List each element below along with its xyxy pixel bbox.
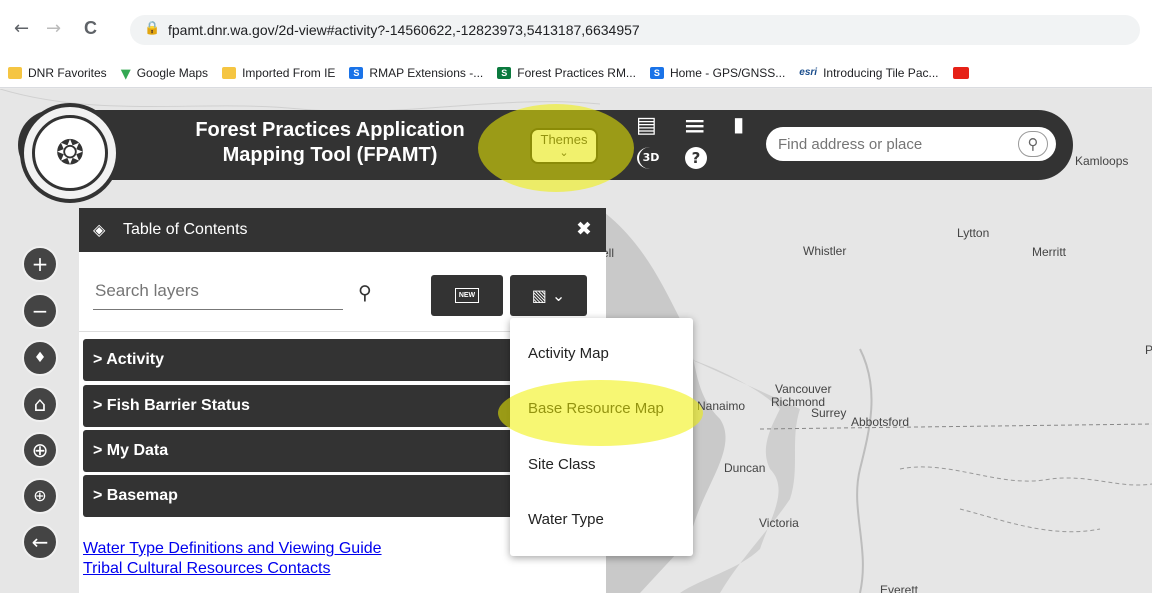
toc-header: ◈ Table of Contents ✖ <box>79 208 606 252</box>
link-water-type-guide[interactable]: Water Type Definitions and Viewing Guide <box>83 540 382 558</box>
new-badge-icon: NEW <box>455 288 479 303</box>
toc-section-basemap[interactable]: > Basemap <box>83 475 523 517</box>
sharepoint-icon: S <box>349 66 364 79</box>
url-text[interactable]: fpamt.dnr.wa.gov/2d-view#activity?-14560… <box>168 22 640 38</box>
app-title: Forest Practices Application Mapping Too… <box>195 119 465 166</box>
search-icon[interactable]: ⚲ <box>1018 131 1048 157</box>
bookmark-youtube[interactable] <box>952 66 975 79</box>
map-label-vancouver: Vancouver <box>775 382 832 396</box>
theme-map-dropdown-button[interactable]: ▧ ⌄ <box>510 275 587 316</box>
bookmarks-bar: DNR Favorites ▼ Google Maps Imported From… <box>0 58 1152 88</box>
help-icon[interactable]: ? <box>685 147 707 169</box>
themes-button[interactable]: Themes ⌄ <box>530 128 598 164</box>
toc-section-activity[interactable]: > Activity <box>83 339 523 381</box>
bookmark-imported-from-ie[interactable]: Imported From IE <box>222 66 335 80</box>
chevron-down-icon: ⌄ <box>559 146 569 159</box>
bookmark-introducing-tile-pac[interactable]: esri Introducing Tile Pac... <box>799 66 938 80</box>
sharepoint-icon: S <box>497 66 512 79</box>
menu-item-base-resource-map[interactable]: Base Resource Map <box>528 400 664 417</box>
link-tribal-cultural-contacts[interactable]: Tribal Cultural Resources Contacts <box>83 560 331 578</box>
esri-icon: esri <box>799 66 818 78</box>
folder-icon <box>8 66 22 79</box>
back-arrow-icon[interactable]: ← <box>22 524 58 560</box>
bookmark-rmap-extensions[interactable]: S RMAP Extensions -... <box>349 66 483 80</box>
home-icon[interactable]: ⌂ <box>22 386 58 422</box>
address-search: ⚲ <box>766 127 1056 161</box>
map-label-whistler: Whistler <box>803 244 847 258</box>
map-icon[interactable]: ▮ <box>733 112 744 136</box>
menu-item-activity-map[interactable]: Activity Map <box>528 345 609 362</box>
zoom-out-button[interactable]: − <box>22 293 58 329</box>
address-bar[interactable]: 🔒 fpamt.dnr.wa.gov/2d-view#activity?-145… <box>130 15 1140 45</box>
layer-search <box>93 274 343 310</box>
back-arrow-icon[interactable]: ← <box>14 18 29 39</box>
map-label-lytton: Lytton <box>957 226 990 240</box>
map-label-duncan: Duncan <box>724 461 766 475</box>
layer-search-input[interactable] <box>95 278 335 304</box>
menu-icon[interactable]: ≡ <box>683 109 706 142</box>
zoom-in-button[interactable]: + <box>22 246 58 282</box>
map-label-victoria: Victoria <box>759 516 799 530</box>
toc-section-my-data[interactable]: > My Data <box>83 430 523 472</box>
browser-toolbar: ← → C 🔒 fpamt.dnr.wa.gov/2d-view#activit… <box>0 0 1152 58</box>
bookmark-forest-practices-rm[interactable]: S Forest Practices RM... <box>497 66 636 80</box>
3d-view-icon[interactable]: 3D <box>637 147 663 169</box>
map-pin-icon: ▼ <box>120 66 131 82</box>
menu-item-site-class[interactable]: Site Class <box>528 456 596 473</box>
search-icon[interactable]: ⚲ <box>358 282 372 304</box>
map-label-merritt: Merritt <box>1032 245 1066 259</box>
map-label-abbotsford: Abbotsford <box>851 415 910 429</box>
folder-icon <box>222 66 237 79</box>
theme-map-dropdown: Activity Map Base Resource Map Site Clas… <box>510 318 693 556</box>
dnr-seal-logo: ❂ <box>20 103 120 203</box>
menu-item-water-type[interactable]: Water Type <box>528 511 604 528</box>
close-icon[interactable]: ✖ <box>576 218 592 240</box>
lock-icon: 🔒 <box>144 21 161 36</box>
bookmark-dnr-favorites[interactable]: DNR Favorites <box>8 66 107 80</box>
bookmark-google-maps[interactable]: ▼ Google Maps <box>120 66 208 82</box>
youtube-icon <box>952 66 969 79</box>
address-search-input[interactable] <box>778 133 1008 155</box>
sharepoint-icon: S <box>649 66 664 79</box>
map-label-nanaimo: Nanaimo <box>697 399 746 413</box>
new-layer-button[interactable]: NEW <box>431 275 503 316</box>
toc-title: Table of Contents <box>123 221 248 238</box>
forward-arrow-icon[interactable]: → <box>46 18 61 39</box>
toc-section-fish-barrier-status[interactable]: > Fish Barrier Status <box>83 385 523 427</box>
map-label-p: P <box>1145 343 1152 357</box>
eagle-icon: ❂ <box>32 115 108 191</box>
map-label-everett: Everett <box>880 583 919 593</box>
zoom-box-icon[interactable]: ⊕ <box>22 478 58 514</box>
layers-icon: ◈ <box>93 220 106 239</box>
reload-icon[interactable]: C <box>84 18 97 39</box>
map-label-surrey: Surrey <box>811 406 847 420</box>
locate-icon[interactable]: ⊕ <box>22 432 58 468</box>
contact-card-icon[interactable]: ▤ <box>636 113 657 138</box>
compass-icon[interactable]: ♦ <box>22 340 58 376</box>
map-label-kamloops: Kamloops <box>1075 154 1129 168</box>
bookmark-home-gps[interactable]: S Home - GPS/GNSS... <box>649 66 785 80</box>
